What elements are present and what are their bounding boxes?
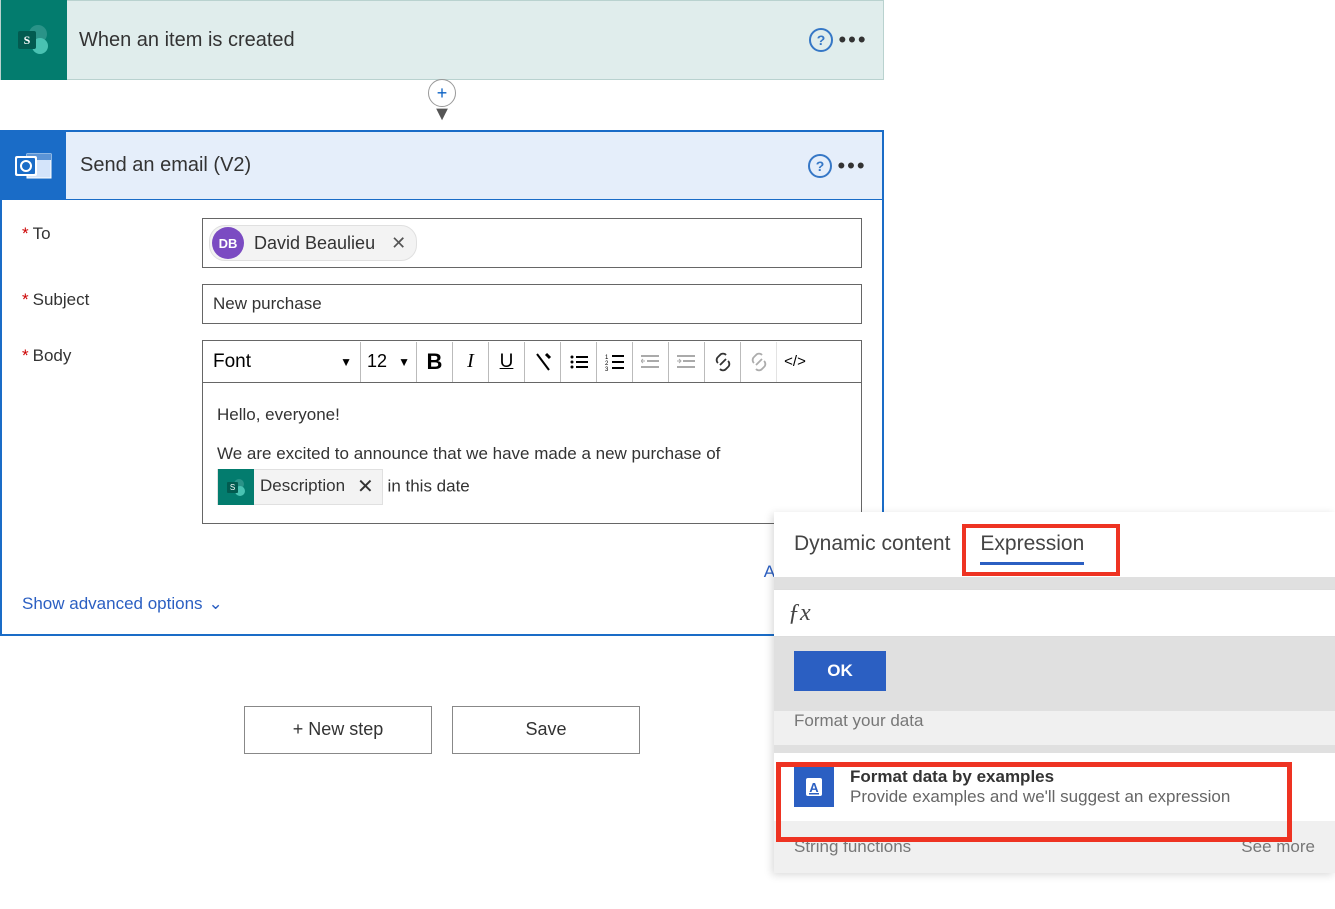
link-button[interactable] <box>705 342 741 382</box>
dynamic-token: S Description ✕ <box>217 469 383 505</box>
add-step-icon[interactable]: + <box>428 79 456 107</box>
ok-button[interactable]: OK <box>794 651 886 691</box>
help-icon[interactable]: ? <box>808 154 832 178</box>
more-icon[interactable]: ••• <box>832 153 872 179</box>
field-to-row: *To DB David Beaulieu ✕ <box>22 218 862 268</box>
help-icon[interactable]: ? <box>809 28 833 52</box>
action-title: Send an email (V2) <box>66 154 808 177</box>
footer-buttons: + New step Save <box>0 706 884 754</box>
color-button[interactable] <box>525 342 561 382</box>
string-functions-row: String functions See more <box>774 821 1335 873</box>
format-item-title: Format data by examples <box>850 767 1230 787</box>
trigger-title: When an item is created <box>67 29 809 52</box>
to-input[interactable]: DB David Beaulieu ✕ <box>202 218 862 268</box>
fx-icon: ƒx <box>788 600 811 627</box>
sharepoint-icon: S <box>218 469 254 505</box>
font-size-select[interactable]: 12▼ <box>361 342 417 382</box>
remove-token-icon[interactable]: ✕ <box>385 233 412 254</box>
code-view-button[interactable]: </> <box>777 342 813 382</box>
connector: + ▼ <box>0 80 884 130</box>
sharepoint-icon: S <box>1 0 67 80</box>
fx-input[interactable]: ƒx <box>774 589 1335 637</box>
format-icon: A <box>794 767 834 807</box>
field-body-row: *Body Font▼ 12▼ B I U 123 <box>22 340 862 524</box>
action-form: *To DB David Beaulieu ✕ *Subject *Body <box>2 200 882 558</box>
indent-button[interactable] <box>669 342 705 382</box>
font-select[interactable]: Font▼ <box>203 342 361 382</box>
format-section-label: Format your data <box>774 711 1335 745</box>
field-to-label: *To <box>22 218 202 244</box>
fx-section: ƒx OK Format your data <box>774 577 1335 753</box>
body-line1: Hello, everyone! <box>217 401 847 430</box>
show-advanced-link[interactable]: Show advanced options ⌄ <box>2 582 223 634</box>
rte-toolbar: Font▼ 12▼ B I U 123 </> <box>203 341 861 383</box>
token-name: David Beaulieu <box>254 233 385 254</box>
body-editor: Font▼ 12▼ B I U 123 </> <box>202 340 862 524</box>
bold-button[interactable]: B <box>417 342 453 382</box>
add-dynamic-row: Add dynamic <box>2 558 882 582</box>
avatar: DB <box>212 227 244 259</box>
svg-text:S: S <box>230 483 235 492</box>
outdent-button[interactable] <box>633 342 669 382</box>
bullet-list-button[interactable] <box>561 342 597 382</box>
svg-text:3: 3 <box>605 367 609 371</box>
people-token: DB David Beaulieu ✕ <box>209 225 417 261</box>
action-header[interactable]: Send an email (V2) ? ••• <box>2 132 882 200</box>
trigger-card[interactable]: S When an item is created ? ••• <box>0 0 884 80</box>
svg-text:A: A <box>809 780 819 795</box>
save-button[interactable]: Save <box>452 706 640 754</box>
see-more-link[interactable]: See more <box>1241 837 1315 857</box>
unlink-button[interactable] <box>741 342 777 382</box>
format-by-examples-item[interactable]: A Format data by examples Provide exampl… <box>774 753 1335 821</box>
string-fns-label: String functions <box>794 837 911 857</box>
number-list-button[interactable]: 123 <box>597 342 633 382</box>
tab-expression[interactable]: Expression <box>980 532 1084 565</box>
field-subject-row: *Subject <box>22 284 862 324</box>
italic-button[interactable]: I <box>453 342 489 382</box>
field-body-label: *Body <box>22 340 202 366</box>
format-item-sub: Provide examples and we'll suggest an ex… <box>850 787 1230 807</box>
svg-text:S: S <box>24 33 31 47</box>
outlook-icon <box>2 132 66 200</box>
more-icon[interactable]: ••• <box>833 27 873 53</box>
chevron-down-icon: ⌄ <box>209 594 223 614</box>
new-step-button[interactable]: + New step <box>244 706 432 754</box>
field-subject-label: *Subject <box>22 284 202 310</box>
subject-input[interactable] <box>202 284 862 324</box>
expression-panel: Dynamic content Expression ƒx OK Format … <box>774 512 1335 873</box>
tab-dynamic-content[interactable]: Dynamic content <box>794 532 950 565</box>
underline-button[interactable]: U <box>489 342 525 382</box>
action-card: Send an email (V2) ? ••• *To DB David Be… <box>0 130 884 636</box>
body-line2: We are excited to announce that we have … <box>217 440 847 469</box>
body-content[interactable]: Hello, everyone! We are excited to annou… <box>203 383 861 523</box>
panel-tabs: Dynamic content Expression <box>774 512 1335 577</box>
remove-token-icon[interactable]: ✕ <box>351 470 380 504</box>
